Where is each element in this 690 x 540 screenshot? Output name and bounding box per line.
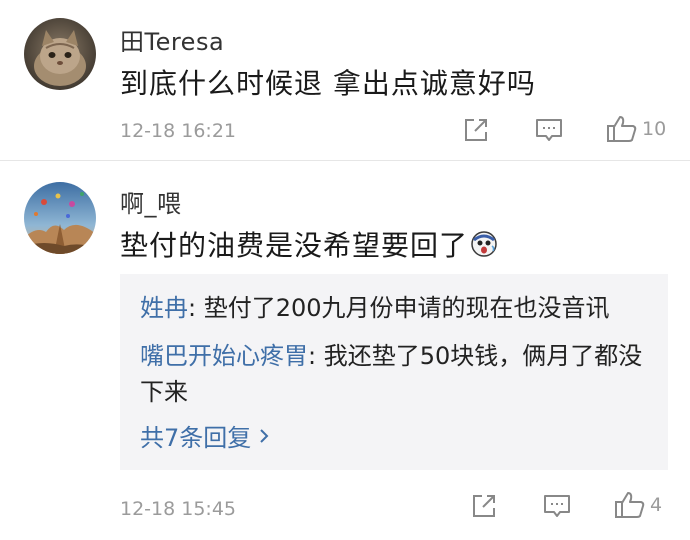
username[interactable]: 田Teresa [120,22,224,57]
like-count: 4 [650,494,663,516]
view-all-replies-label: 共7条回复 [140,424,252,452]
share-icon [465,119,487,141]
cat-avatar-image [24,18,96,90]
reply-separator: : [308,342,324,370]
comment-text-body: 垫付的油费是没希望要回了 [120,229,469,262]
chevron-right-icon [260,428,269,443]
thumbs-up-icon [607,116,637,142]
reply-username[interactable]: 嘴巴开始心疼胃 [140,342,308,370]
shocked-face-emoji-icon [470,230,498,265]
share-icon [473,495,495,517]
timestamp: 12-18 16:21 [120,120,237,142]
comment-icon [536,119,562,141]
reply-item: 姓冉: 垫付了200九月份申请的现在也没音讯 [140,290,660,326]
view-all-replies-link[interactable]: 共7条回复 [140,418,271,453]
like-button[interactable]: 10 [606,114,666,144]
avatar[interactable] [24,182,96,254]
reply-separator: : [188,294,204,322]
balloon-landscape-avatar-image [24,182,96,254]
thumbs-up-icon [615,492,645,518]
comment-text: 垫付的油费是没希望要回了 [120,224,498,265]
avatar[interactable] [24,18,96,90]
timestamp: 12-18 15:45 [120,498,237,520]
comment-icon [544,495,570,517]
share-button[interactable] [470,492,498,520]
like-button[interactable]: 4 [614,490,662,520]
reply-text: 垫付了200九月份申请的现在也没音讯 [203,294,610,322]
divider [0,160,690,161]
reply-username[interactable]: 姓冉 [140,294,188,322]
username[interactable]: 啊_喂 [120,184,182,219]
replies-panel: 姓冉: 垫付了200九月份申请的现在也没音讯 嘴巴开始心疼胃: 我还垫了50块钱… [120,274,668,470]
comment-item: 啊_喂 垫付的油费是没希望要回了 姓冉: 垫付了200九月份申请的现在也没音讯 … [0,162,690,540]
comment-text: 到底什么时候退 拿出点诚意好吗 [120,67,536,100]
share-button[interactable] [462,116,490,144]
reply-button[interactable] [542,492,572,520]
comment-item: 田Teresa 到底什么时候退 拿出点诚意好吗 12-18 16:21 10 [0,0,690,160]
like-count: 10 [642,118,667,140]
reply-button[interactable] [534,116,564,144]
reply-item: 嘴巴开始心疼胃: 我还垫了50块钱，俩月了都没下来 [140,338,660,410]
